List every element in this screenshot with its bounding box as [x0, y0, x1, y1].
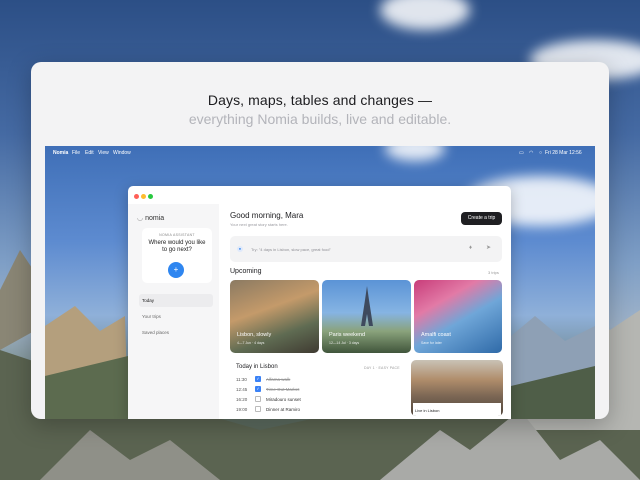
upcoming-title: Upcoming	[230, 268, 262, 275]
wifi-icon: ◠	[529, 150, 534, 156]
upcoming-count: 3 trips	[488, 270, 499, 275]
nav-today[interactable]: Today	[139, 294, 213, 307]
schedule-checkbox[interactable]	[255, 396, 261, 402]
microphone-icon[interactable]: ♦	[469, 245, 472, 251]
battery-icon: ▭	[519, 150, 524, 156]
live-camera-thumbnail[interactable]: Live in Lisbon	[411, 360, 503, 416]
send-icon[interactable]: ➤	[486, 244, 491, 251]
menu-bar: Nomia File Edit View Window ▭ ◠ ○ Fri 28…	[45, 146, 595, 159]
trip-card-lisbon[interactable]: Lisbon, slowly 4—7 Jun · 4 days	[230, 280, 319, 353]
brand-logo: ◡ nomia	[137, 214, 164, 222]
subline: everything Nomia builds, live and editab…	[188, 111, 452, 127]
schedule-item: Alfama walk	[266, 377, 291, 382]
today-title: Today in Lisbon	[236, 364, 278, 370]
menu-view[interactable]: View	[98, 150, 109, 156]
trip-card-paris[interactable]: Paris weekend 12—14 Jul · 3 days	[322, 280, 411, 353]
menu-app-name[interactable]: Nomia	[53, 150, 68, 156]
nav-your-trips[interactable]: Your trips	[142, 314, 161, 319]
assistant-add-button[interactable]: +	[168, 262, 184, 278]
live-label: Live in Lisbon	[415, 408, 440, 413]
trip-title: Amalfi coast	[421, 332, 451, 338]
schedule-checkbox[interactable]	[255, 406, 261, 412]
trip-meta: 12—14 Jul · 3 days	[329, 341, 360, 345]
menu-window[interactable]: Window	[113, 150, 131, 156]
brand-name: nomia	[145, 215, 165, 222]
trip-title: Lisbon, slowly	[237, 332, 272, 338]
schedule-time: 16:20	[236, 397, 248, 402]
subgreeting: Your next great story starts here.	[230, 222, 288, 227]
nav-saved-places[interactable]: Saved places	[142, 330, 169, 335]
schedule-time: 19:00	[236, 407, 248, 412]
sparkle-icon: ●	[237, 246, 243, 252]
minimize-window-button[interactable]	[141, 194, 146, 199]
trip-title: Paris weekend	[329, 332, 366, 338]
sidebar: ◡ nomia NOMIA ASSISTANT Where would you …	[128, 204, 219, 419]
menu-edit[interactable]: Edit	[85, 150, 94, 156]
assistant-prompt: Where would you like to go next?	[148, 240, 206, 253]
search-placeholder: Try: "4 days in Lisbon, slow pace, great…	[251, 247, 331, 252]
search-icon: ○	[539, 150, 543, 156]
schedule-item: Miradouro sunset	[266, 397, 301, 402]
logo-icon: ◡	[137, 215, 144, 222]
headline: Days, maps, tables and changes —	[207, 92, 433, 108]
schedule-checkbox[interactable]: ✓	[255, 376, 261, 382]
zoom-window-button[interactable]	[148, 194, 153, 199]
today-tag: DAY 1 · EASY PACE	[364, 366, 400, 370]
schedule-checkbox[interactable]: ✓	[255, 386, 261, 392]
schedule-item: Time Out Market	[266, 387, 300, 392]
desktop-preview: Nomia File Edit View Window ▭ ◠ ○ Fri 28…	[45, 146, 595, 419]
eiffel-tower-illustration	[361, 286, 373, 326]
close-window-button[interactable]	[134, 194, 139, 199]
schedule-time: 12:45	[236, 387, 248, 392]
nav-today-label: Today	[142, 298, 155, 303]
showcase-card: Days, maps, tables and changes — everyth…	[31, 62, 609, 419]
assistant-label: NOMIA ASSISTANT	[159, 233, 195, 237]
greeting: Good morning, Mara	[230, 211, 304, 220]
clock: Fri 28 Mar 12:56	[545, 150, 582, 156]
trip-meta: 4—7 Jun · 4 days	[237, 341, 265, 345]
create-trip-button[interactable]: Create a trip	[461, 212, 502, 225]
trip-card-amalfi[interactable]: Amalfi coast Save for later	[414, 280, 502, 353]
menu-file[interactable]: File	[72, 150, 80, 156]
main-panel: Good morning, Mara Your next great story…	[219, 204, 511, 419]
search-bar[interactable]: ● Try: "4 days in Lisbon, slow pace, gre…	[230, 236, 502, 262]
trip-meta: Save for later	[421, 341, 442, 345]
schedule-time: 11:30	[236, 377, 247, 382]
schedule-item: Dinner at Ramiro	[266, 407, 301, 412]
app-window: ◡ nomia NOMIA ASSISTANT Where would you …	[128, 186, 511, 419]
assistant-card: NOMIA ASSISTANT Where would you like to …	[142, 228, 212, 283]
